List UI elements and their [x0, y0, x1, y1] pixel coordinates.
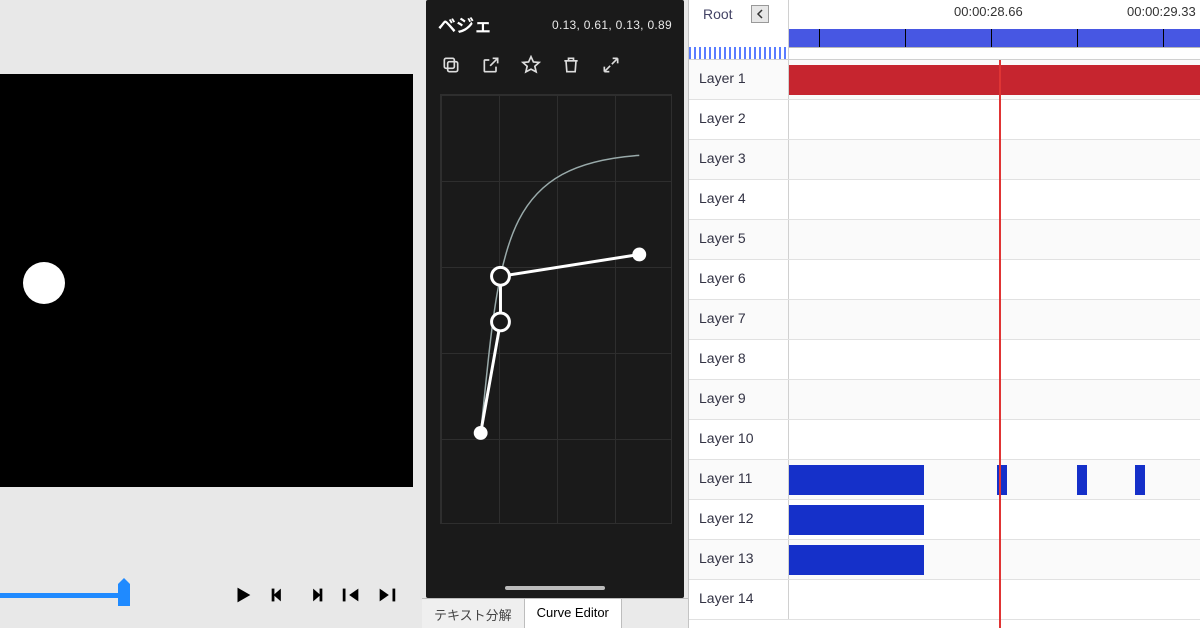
ruler-time-label: 00:00:29.33 — [1127, 4, 1196, 19]
mini-ticks — [689, 47, 788, 59]
layer-track[interactable] — [789, 180, 1200, 219]
tab-text-split[interactable]: テキスト分解 — [422, 599, 525, 628]
layer-label[interactable]: Layer 2 — [689, 100, 789, 139]
star-icon[interactable] — [520, 54, 542, 76]
layer-track[interactable] — [789, 340, 1200, 379]
timeline-row[interactable]: Layer 4 — [689, 180, 1200, 220]
playhead[interactable] — [999, 60, 1001, 628]
copy-icon[interactable] — [440, 54, 462, 76]
drag-handle-icon[interactable] — [505, 586, 605, 590]
layer-track[interactable] — [789, 220, 1200, 259]
timeline-row[interactable]: Layer 5 — [689, 220, 1200, 260]
timeline-row[interactable]: Layer 11 — [689, 460, 1200, 500]
layer-track[interactable] — [789, 580, 1200, 619]
timeline-root-label[interactable]: Root — [695, 2, 741, 26]
bottom-tabs: テキスト分解 Curve Editor — [422, 598, 688, 628]
layer-track[interactable] — [789, 540, 1200, 579]
layer-track[interactable] — [789, 60, 1200, 99]
expand-icon[interactable] — [600, 54, 622, 76]
layer-track[interactable] — [789, 420, 1200, 459]
play-button[interactable] — [230, 582, 256, 608]
clip[interactable] — [789, 545, 924, 575]
clip[interactable] — [789, 65, 1200, 95]
slider-thumb[interactable] — [118, 584, 130, 606]
collapse-button[interactable] — [751, 5, 769, 23]
timeline-row[interactable]: Layer 7 — [689, 300, 1200, 340]
timeline-row[interactable]: Layer 12 — [689, 500, 1200, 540]
layer-track[interactable] — [789, 500, 1200, 539]
timeline-panel: Root 00:00:28.6600:00:29.33 Layer 1Layer… — [688, 0, 1200, 628]
timeline-row[interactable]: Layer 2 — [689, 100, 1200, 140]
timeline-row[interactable]: Layer 9 — [689, 380, 1200, 420]
timeline-row[interactable]: Layer 3 — [689, 140, 1200, 180]
layer-label[interactable]: Layer 9 — [689, 380, 789, 419]
ruler-time-label: 00:00:28.66 — [954, 4, 1023, 19]
layer-label[interactable]: Layer 1 — [689, 60, 789, 99]
clip[interactable] — [1135, 465, 1145, 495]
curve-editor: ベジェ 0.13, 0.61, 0.13, 0.89 — [426, 0, 684, 598]
timeline-row[interactable]: Layer 1 — [689, 60, 1200, 100]
timeline-ruler[interactable]: 00:00:28.66 00:00:29.33 — [789, 0, 1200, 59]
playback-slider[interactable] — [0, 580, 210, 610]
ruler-bottom-strip — [789, 47, 1200, 59]
layer-label[interactable]: Layer 12 — [689, 500, 789, 539]
layer-label[interactable]: Layer 6 — [689, 260, 789, 299]
prev-frame-button[interactable] — [266, 582, 292, 608]
curve-title: ベジェ — [438, 12, 492, 38]
layer-label[interactable]: Layer 7 — [689, 300, 789, 339]
layer-label[interactable]: Layer 13 — [689, 540, 789, 579]
timeline-row[interactable]: Layer 10 — [689, 420, 1200, 460]
layer-label[interactable]: Layer 14 — [689, 580, 789, 619]
layer-track[interactable] — [789, 140, 1200, 179]
timeline-body: Layer 1Layer 2Layer 3Layer 4Layer 5Layer… — [689, 60, 1200, 628]
timeline-header: Root 00:00:28.66 00:00:29.33 — [689, 0, 1200, 60]
curve-values: 0.13, 0.61, 0.13, 0.89 — [552, 18, 672, 32]
preview-controls — [0, 580, 422, 610]
timeline-row[interactable]: Layer 13 — [689, 540, 1200, 580]
open-external-icon[interactable] — [480, 54, 502, 76]
trash-icon[interactable] — [560, 54, 582, 76]
layer-track[interactable] — [789, 300, 1200, 339]
layer-label[interactable]: Layer 4 — [689, 180, 789, 219]
layer-label[interactable]: Layer 5 — [689, 220, 789, 259]
timeline-row[interactable]: Layer 14 — [689, 580, 1200, 620]
clip[interactable] — [789, 465, 924, 495]
layer-label[interactable]: Layer 11 — [689, 460, 789, 499]
layer-label[interactable]: Layer 3 — [689, 140, 789, 179]
to-end-button[interactable] — [374, 582, 400, 608]
next-frame-button[interactable] — [302, 582, 328, 608]
timeline-row[interactable]: Layer 8 — [689, 340, 1200, 380]
curve-canvas[interactable] — [440, 94, 672, 524]
curve-editor-panel: ベジェ 0.13, 0.61, 0.13, 0.89 テキスト分解 — [422, 0, 688, 628]
preview-ball — [23, 262, 65, 304]
layer-track[interactable] — [789, 260, 1200, 299]
layer-track[interactable] — [789, 380, 1200, 419]
layer-track[interactable] — [789, 460, 1200, 499]
preview-canvas[interactable] — [0, 74, 413, 487]
clip[interactable] — [1077, 465, 1087, 495]
layer-label[interactable]: Layer 8 — [689, 340, 789, 379]
to-start-button[interactable] — [338, 582, 364, 608]
layer-label[interactable]: Layer 10 — [689, 420, 789, 459]
transport-buttons — [230, 582, 400, 608]
timeline-row[interactable]: Layer 6 — [689, 260, 1200, 300]
curve-toolbar — [426, 46, 684, 84]
slider-track — [0, 593, 130, 598]
layer-track[interactable] — [789, 100, 1200, 139]
bezier-curve[interactable] — [441, 95, 671, 523]
clip[interactable] — [789, 505, 924, 535]
preview-panel — [0, 0, 422, 628]
tab-curve-editor[interactable]: Curve Editor — [525, 599, 622, 628]
